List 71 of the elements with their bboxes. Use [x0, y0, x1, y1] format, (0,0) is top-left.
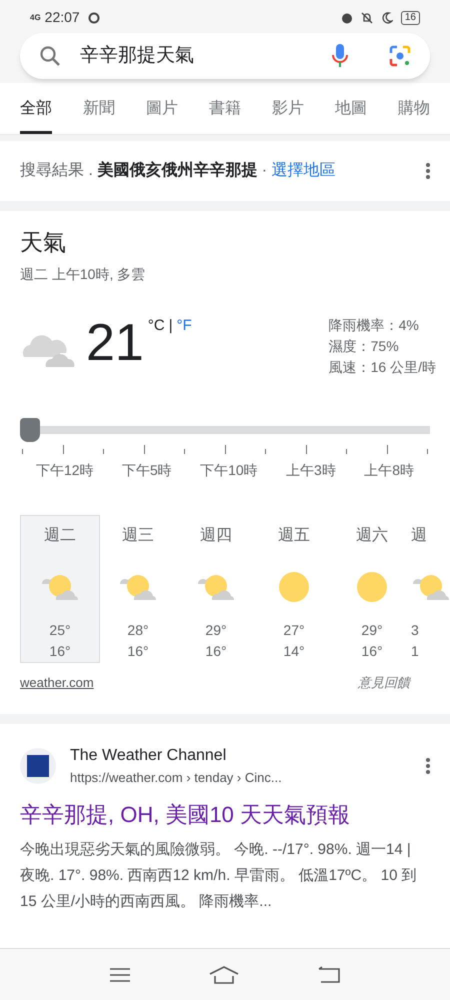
category-tab[interactable]: 購物 [398, 97, 430, 134]
high-temperature: 3 [411, 620, 419, 640]
hour-label: 上午8時 [364, 460, 414, 480]
battery-indicator: 16 [400, 10, 420, 24]
forecast-day[interactable]: 週五 27° 14° [254, 514, 334, 662]
weather-title: 天氣 [20, 228, 67, 257]
category-tab[interactable]: 圖片 [146, 97, 178, 134]
hour-label: 下午10時 [200, 460, 258, 480]
forecast-day[interactable]: 週六 29° 16° [332, 514, 412, 662]
result-title-link[interactable]: 辛辛那提, OH, 美國10 天天氣預報 [20, 798, 430, 830]
high-temperature: 25° [49, 620, 71, 640]
hour-label: 上午3時 [286, 460, 336, 480]
day-label: 週六 [356, 526, 388, 546]
menu-icon[interactable] [109, 966, 131, 982]
category-tab[interactable]: 書籍 [209, 97, 241, 134]
more-options-icon[interactable] [426, 163, 430, 179]
fahrenheit-link[interactable]: °F [176, 314, 192, 337]
feedback-link[interactable]: 意見回饋 [358, 672, 410, 692]
weather-detail: 濕度：75% [328, 336, 400, 356]
choose-region-link[interactable]: 選擇地區 [272, 162, 336, 179]
day-label: 週五 [278, 526, 310, 546]
more-options-icon[interactable] [426, 758, 430, 774]
site-url: https://weather.com › tenday › Cinc... [70, 769, 283, 787]
high-temperature: 28° [127, 620, 149, 640]
camera-lens-icon[interactable] [388, 44, 412, 68]
search-query: 辛辛那提天氣 [80, 44, 195, 68]
low-temperature: 16° [361, 642, 383, 660]
results-location-text: 搜尋結果 . 美國俄亥俄州辛辛那提 · 選擇地區 [20, 160, 337, 181]
day-label: 週三 [122, 526, 154, 546]
bell-off-icon [360, 12, 373, 24]
forecast-day[interactable]: 週二 25° 16° [20, 514, 100, 662]
sun-icon [278, 570, 310, 602]
weather-detail: 降雨機率：4% [328, 316, 420, 334]
low-temperature: 16° [205, 642, 227, 660]
network-indicator: 4G [30, 12, 41, 24]
site-name: The Weather Channel [70, 746, 228, 766]
forecast-day[interactable]: 週 3 1 [410, 514, 450, 662]
microphone-icon[interactable] [330, 43, 350, 69]
low-temperature: 16° [127, 642, 149, 660]
slider-handle[interactable] [20, 418, 40, 442]
hour-label: 下午12時 [36, 460, 94, 480]
source-link[interactable]: weather.com [20, 672, 94, 692]
low-temperature: 1 [411, 642, 419, 660]
forecast-day[interactable]: 週三 28° 16° [98, 514, 178, 662]
low-temperature: 14° [283, 642, 305, 660]
category-tab[interactable]: 影片 [272, 97, 304, 134]
low-temperature: 16° [49, 642, 71, 660]
category-tab[interactable]: 新聞 [83, 97, 115, 134]
day-label: 週四 [200, 526, 232, 546]
site-logo [20, 748, 56, 784]
back-icon[interactable] [317, 966, 341, 984]
search-icon [38, 44, 62, 68]
day-label: 週 [411, 526, 427, 546]
hour-label: 下午5時 [122, 460, 172, 480]
result-snippet: 今晚出現惡劣天氣的風險微弱。 今晚. --/17°. 98%. 週一14 | 夜晚. 17°. 98%. 西南西12 km/h. 早雷雨。 低溫17ºC。 10 到15 公里/小時的西南西風。 降雨機率... [20, 840, 418, 912]
forecast-day[interactable]: 週四 29° 16° [176, 514, 256, 662]
moon-icon [380, 12, 393, 24]
high-temperature: 29° [361, 620, 383, 640]
search-field[interactable]: 辛辛那提天氣 [20, 33, 430, 79]
day-label: 週二 [44, 526, 76, 546]
clock: 22:07 [44, 8, 80, 27]
home-icon[interactable] [209, 966, 239, 984]
sun-icon [356, 570, 388, 602]
category-tab[interactable]: 地圖 [335, 97, 367, 134]
celsius-unit: °C [148, 316, 165, 336]
unit-separator: | [168, 316, 173, 336]
high-temperature: 27° [283, 620, 305, 640]
current-temperature: 21 [86, 314, 144, 374]
weather-detail: 風速：16 公里/時 [328, 358, 436, 376]
high-temperature: 29° [205, 620, 227, 640]
weather-subtitle: 週二 上午10時, 多雲 [20, 264, 146, 284]
